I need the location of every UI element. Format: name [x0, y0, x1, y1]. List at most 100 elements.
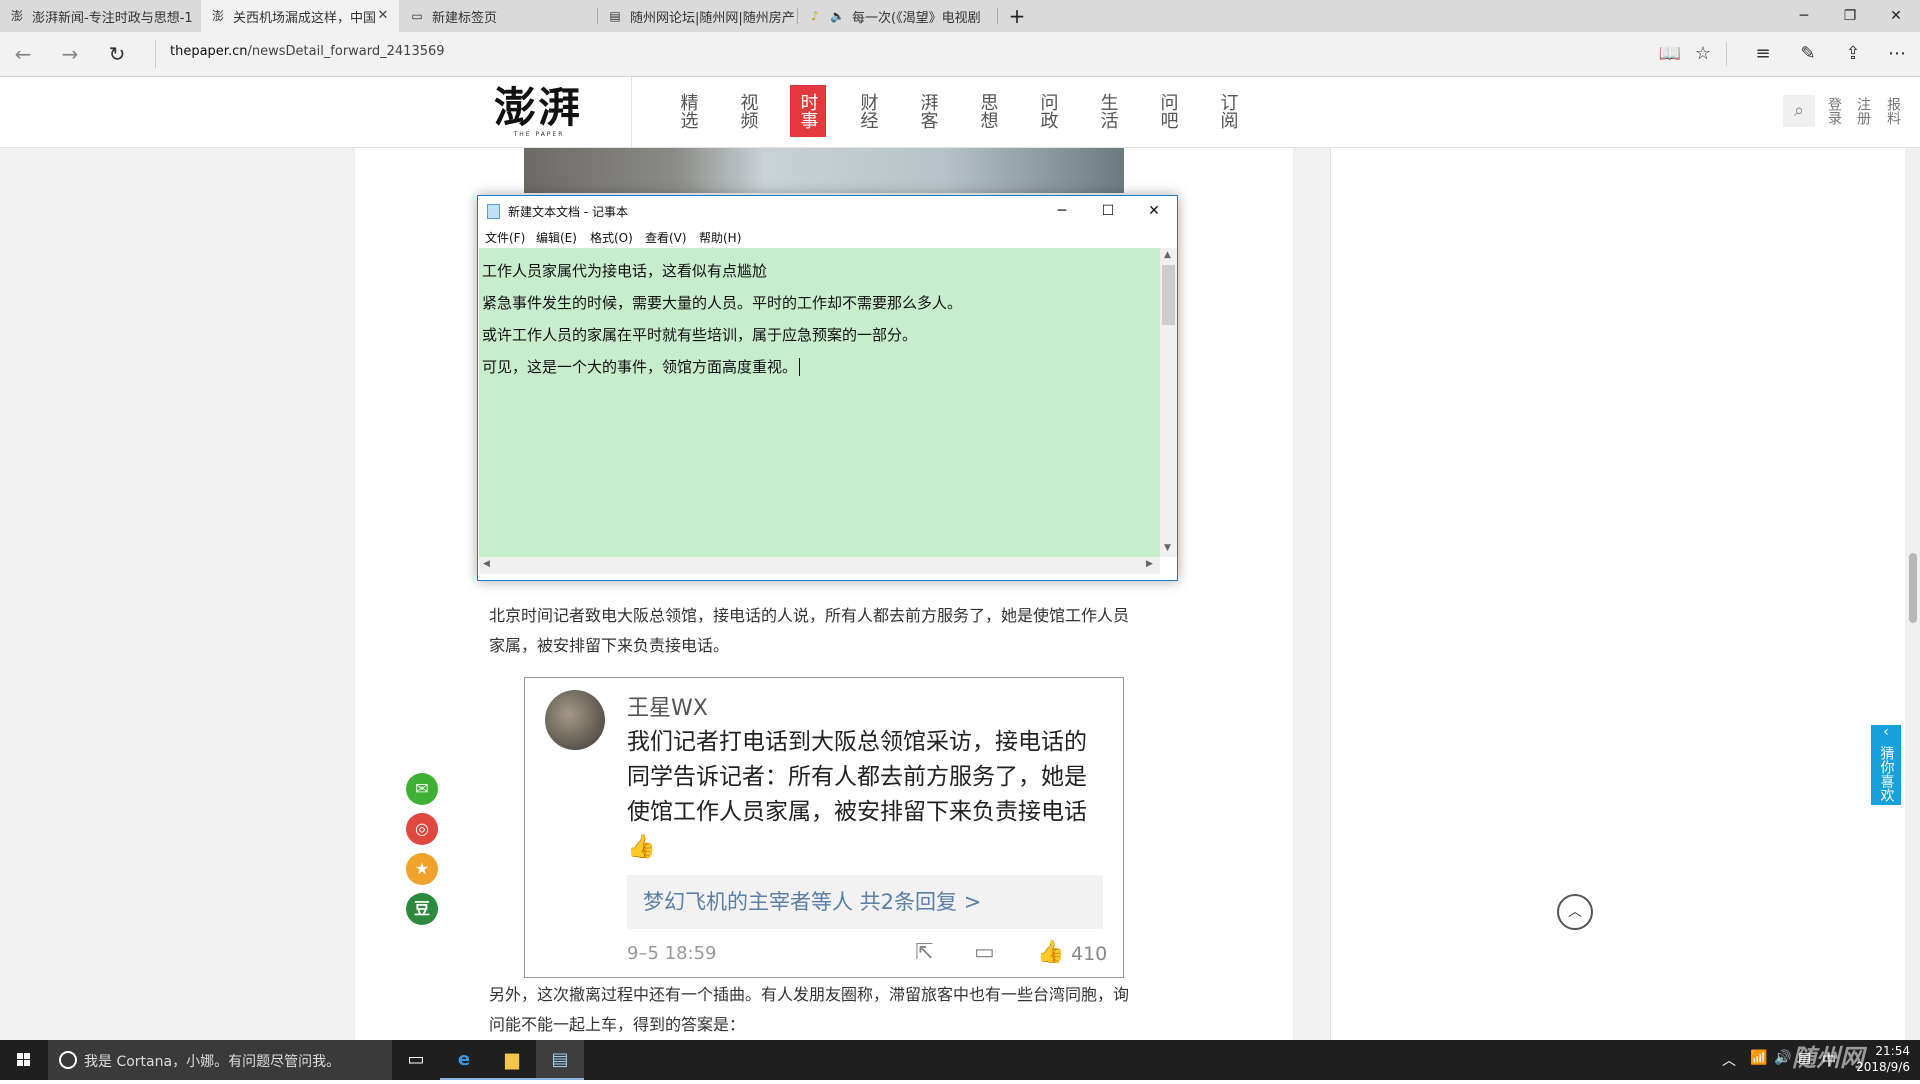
browser-tab[interactable]: 澎 澎湃新闻-专注时政与思想-1 — [0, 0, 200, 32]
menu-format[interactable]: 格式(O) — [590, 229, 633, 246]
refresh-icon[interactable]: ↻ — [102, 39, 132, 69]
network-icon[interactable]: 📶 — [1750, 1050, 1767, 1066]
guess-label: 猜你喜欢 — [1878, 746, 1895, 802]
url-field[interactable]: thepaper.cn/newsDetail_forward_2413569 — [170, 44, 445, 59]
star-icon[interactable]: ★ — [406, 853, 438, 885]
paragraph-line: 家属，被安排留下来负责接电话。 — [489, 636, 730, 655]
menu-edit[interactable]: 编辑(E) — [536, 229, 577, 246]
scroll-left-icon[interactable]: ◀ — [483, 559, 490, 569]
cortana-placeholder: 我是 Cortana，小娜。有问题尽管问我。 — [84, 1054, 341, 1070]
maximize-icon[interactable]: ☐ — [1085, 196, 1131, 226]
close-tab-icon[interactable]: ✕ — [375, 8, 391, 24]
tab-divider — [997, 8, 998, 24]
nav-item-paike[interactable]: 湃客 — [910, 85, 946, 137]
forward-arrow-icon[interactable]: → — [55, 39, 85, 69]
notepad-title: 新建文本文档 - 记事本 — [508, 205, 628, 219]
restore-window-button[interactable]: ❐ — [1827, 0, 1873, 32]
nav-item-dingyue[interactable]: 订阅 — [1210, 85, 1246, 137]
nav-item-wenzheng[interactable]: 问政 — [1030, 85, 1066, 137]
weibo-icon[interactable]: ◎ — [406, 813, 438, 845]
menu-help[interactable]: 帮助(H) — [699, 229, 741, 246]
close-icon[interactable]: ✕ — [1131, 196, 1177, 226]
menu-file[interactable]: 文件(F) — [485, 229, 525, 246]
browser-tab[interactable]: ♪ 🔈 每一次(《渴望》电视剧 — [798, 0, 996, 32]
tray-chevron-icon[interactable]: ︿ — [1722, 1050, 1736, 1070]
start-button[interactable] — [0, 1040, 48, 1080]
notepad-text-area[interactable]: 工作人员家属代为接电话，这看似有点尴尬 紧急事件发生的时候，需要大量的人员。平时… — [479, 248, 1160, 557]
report-link[interactable]: 报料 — [1885, 97, 1901, 125]
file-explorer-icon[interactable]: ▆ — [488, 1040, 536, 1080]
notepad-line: 紧急事件发生的时候，需要大量的人员。平时的工作却不需要那么多人。 — [482, 294, 963, 312]
close-window-button[interactable]: ✕ — [1873, 0, 1919, 32]
new-tab-button[interactable]: + — [1000, 0, 1034, 32]
hub-icon[interactable]: ≡ — [1750, 41, 1776, 67]
header-divider — [631, 77, 632, 147]
notepad-app-icon — [487, 204, 500, 219]
url-domain: thepaper.cn — [170, 44, 248, 59]
speaker-icon[interactable]: 🔈 — [830, 9, 845, 23]
back-arrow-icon[interactable]: ← — [8, 39, 38, 69]
scroll-up-icon[interactable]: ▲ — [1164, 250, 1171, 260]
nav-item-sixiang[interactable]: 思想 — [970, 85, 1006, 137]
browser-tab[interactable]: ▭ 新建标签页 — [400, 0, 596, 32]
tab-title: 澎湃新闻-专注时政与思想-1 — [32, 10, 193, 26]
scrollbar-thumb[interactable] — [1909, 553, 1917, 623]
nav-item-shishi[interactable]: 时事 — [790, 85, 826, 137]
card-reply-link: 梦幻飞机的主宰者等人 共2条回复 > — [627, 875, 1103, 929]
tab-title: 每一次(《渴望》电视剧 — [852, 10, 981, 26]
scroll-down-icon[interactable]: ▼ — [1164, 543, 1171, 553]
page-background — [0, 148, 355, 1040]
browser-address-bar: ← → ↻ thepaper.cn/newsDetail_forward_241… — [0, 32, 1920, 77]
notepad-line: 或许工作人员的家属在平时就有些培训，属于应急预案的一部分。 — [482, 326, 918, 344]
web-note-icon[interactable]: ✎ — [1795, 41, 1821, 67]
minimize-window-button[interactable]: ─ — [1781, 0, 1827, 32]
volume-icon[interactable]: 🔊 — [1774, 1050, 1791, 1066]
notepad-vertical-scrollbar[interactable]: ▲ ▼ — [1160, 248, 1177, 557]
task-view-icon[interactable]: ▭ — [392, 1040, 440, 1080]
card-username: 王星WX — [627, 696, 708, 721]
scrollbar-thumb[interactable] — [1162, 265, 1175, 325]
tab-title: 随州网论坛|随州网|随州房产 — [630, 10, 795, 26]
scroll-right-icon[interactable]: ▶ — [1146, 559, 1153, 569]
minimize-icon[interactable]: ─ — [1039, 196, 1085, 226]
page-background — [1293, 148, 1330, 1040]
notepad-titlebar[interactable]: 新建文本文档 - 记事本 ─ ☐ ✕ — [478, 196, 1177, 226]
back-to-top-icon[interactable]: ︿ — [1557, 894, 1593, 930]
nav-item-jingxuan[interactable]: 精选 — [670, 85, 706, 137]
weibo-screenshot-card: 王星WX 我们记者打电话到大阪总领馆采访，接电话的同学告诉记者：所有人都去前方服… — [524, 677, 1124, 978]
share-icon[interactable]: ⇪ — [1840, 41, 1866, 67]
douban-icon[interactable]: 豆 — [406, 893, 438, 925]
login-link[interactable]: 登录 — [1826, 97, 1842, 125]
card-text: 我们记者打电话到大阪总领馆采访，接电话的同学告诉记者：所有人都去前方服务了，她是… — [627, 729, 1087, 860]
site-logo[interactable]: 澎湃 THE PAPER — [494, 85, 584, 141]
browser-tab[interactable]: ▤ 随州网论坛|随州网|随州房产 — [598, 0, 796, 32]
edge-browser-icon[interactable]: e — [440, 1040, 488, 1080]
url-path: /newsDetail_forward_2413569 — [247, 44, 445, 59]
search-icon[interactable]: ⌕ — [1783, 95, 1815, 127]
menu-view[interactable]: 查看(V) — [645, 229, 687, 246]
site-watermark: 随州网 — [1792, 1043, 1864, 1072]
cortana-search-box[interactable]: 我是 Cortana，小娜。有问题尽管问我。 — [48, 1040, 392, 1080]
nav-item-shipin[interactable]: 视频 — [730, 85, 766, 137]
nav-item-shenghuo[interactable]: 生活 — [1090, 85, 1126, 137]
page-scrollbar[interactable] — [1905, 148, 1920, 1040]
tab-title: 新建标签页 — [432, 10, 498, 26]
new-tab-page-icon: ▭ — [411, 9, 423, 23]
register-link[interactable]: 注册 — [1855, 97, 1871, 125]
browser-tab-strip: 澎 澎湃新闻-专注时政与思想-1 澎 关西机场漏成这样，中国 ✕ ▭ 新建标签页… — [0, 0, 1920, 32]
guess-you-like-tab[interactable]: ‹ 猜你喜欢 — [1871, 725, 1901, 805]
notepad-taskbar-icon[interactable]: ▤ — [536, 1040, 584, 1080]
page-icon: ▤ — [609, 9, 621, 23]
notepad-menubar: 文件(F) 编辑(E) 格式(O) 查看(V) 帮助(H) — [478, 226, 1177, 246]
nav-item-wenba[interactable]: 问吧 — [1150, 85, 1186, 137]
cortana-icon — [59, 1051, 77, 1069]
notepad-horizontal-scrollbar[interactable]: ◀ ▶ — [479, 557, 1160, 574]
wechat-icon[interactable]: ✉ — [406, 773, 438, 805]
more-icon[interactable]: ⋯ — [1884, 41, 1910, 67]
browser-tab-active[interactable]: 澎 关西机场漏成这样，中国 ✕ — [201, 0, 399, 32]
paragraph-line: 问能不能一起上车，得到的答案是： — [489, 1015, 746, 1034]
favorite-star-icon[interactable]: ☆ — [1690, 41, 1716, 67]
nav-item-caijing[interactable]: 财经 — [850, 85, 886, 137]
notepad-line: 可见，这是一个大的事件，领馆方面高度重视。 — [482, 356, 805, 377]
reading-view-icon[interactable]: 📖 — [1657, 41, 1683, 67]
